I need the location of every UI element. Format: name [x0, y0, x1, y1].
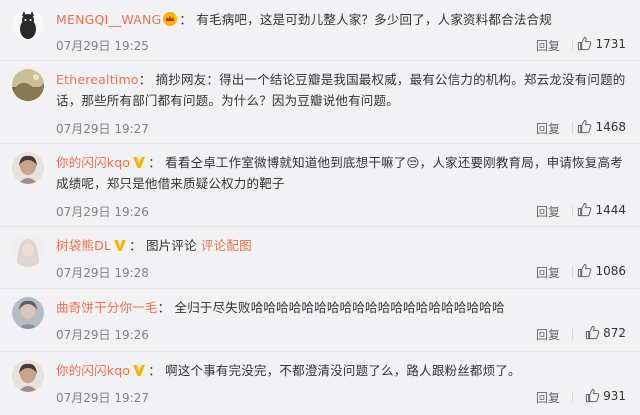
like-count: 1444 — [595, 202, 626, 217]
comment-content: MENGQI__WANG ： 有毛病吧，这是可劲儿整人家？多少回了，人家资料都合法… — [56, 9, 626, 30]
comment-content: 你的闪闪kqo ： 啊这个事有完没完，不都澄清没问题了么，路人跟粉丝都烦了。 — [56, 360, 626, 381]
username-link[interactable]: Etherealtimo — [56, 72, 139, 87]
comment-time: 07月29日 19:26 — [56, 205, 149, 219]
username-link[interactable]: 你的闪闪kqo — [56, 155, 130, 170]
v-icon — [133, 157, 146, 168]
divider — [572, 391, 573, 403]
like-count: 1086 — [595, 263, 626, 278]
comment-item: 曲奇饼干分你一毛： 全归于尽失败哈哈哈哈哈哈哈哈哈哈哈哈哈哈哈哈哈哈哈哈 07月… — [0, 288, 640, 352]
divider — [572, 39, 573, 51]
avatar[interactable] — [12, 9, 44, 41]
avatar[interactable] — [12, 152, 44, 184]
like-button[interactable]: 1086 — [577, 263, 626, 278]
reply-button[interactable]: 回复 — [536, 264, 560, 281]
comment-item: MENGQI__WANG ： 有毛病吧，这是可劲儿整人家？多少回了，人家资料都合法… — [0, 0, 640, 61]
avatar-portrait-image — [12, 297, 44, 329]
comment-content: 曲奇饼干分你一毛： 全归于尽失败哈哈哈哈哈哈哈哈哈哈哈哈哈哈哈哈哈哈哈哈 — [56, 297, 626, 318]
comment-time: 07月29日 19:25 — [56, 39, 149, 53]
divider — [572, 122, 573, 134]
username-link[interactable]: 曲奇饼干分你一毛 — [56, 300, 158, 315]
v-icon — [133, 365, 146, 376]
thumbs-up-icon — [578, 119, 592, 134]
avatar[interactable] — [12, 297, 44, 329]
like-count: 931 — [603, 388, 626, 403]
separator: ： — [157, 300, 171, 315]
avatar[interactable] — [12, 360, 44, 392]
separator: ： — [138, 72, 152, 87]
comment-text: 有毛病吧，这是可劲儿整人家？多少回了，人家资料都合法合规 — [196, 12, 552, 27]
divider — [572, 266, 573, 278]
comment-item: 你的闪闪kqo ： 啊这个事有完没完，不都澄清没问题了么，路人跟粉丝都烦了。 07… — [0, 351, 640, 415]
thumbs-up-icon — [578, 263, 592, 278]
thumbs-up-icon — [578, 36, 592, 51]
username-link[interactable]: MENGQI__WANG — [56, 12, 161, 27]
comment-content: 你的闪闪kqo： 看看仝卓工作室微博就知道他到底想干嘛了😒，人家还要刚教育局，申… — [56, 152, 626, 194]
avatar-portrait-image — [12, 235, 44, 267]
avatar-landscape-image — [12, 69, 44, 101]
avatar[interactable] — [12, 235, 44, 267]
like-button[interactable]: 931 — [585, 388, 626, 403]
comment-time: 07月29日 19:26 — [56, 328, 149, 342]
comment-item: 你的闪闪kqo： 看看仝卓工作室微博就知道他到底想干嘛了😒，人家还要刚教育局，申… — [0, 143, 640, 227]
comment-item: Etherealtimo： 摘抄网友：得出一个结论豆瓣是我国最权威，最有公信力的… — [0, 60, 640, 144]
reply-button[interactable]: 回复 — [536, 203, 560, 220]
avatar-portrait-image — [12, 152, 44, 184]
comment-text: 图片评论 — [145, 238, 197, 253]
like-count: 1468 — [595, 119, 626, 134]
divider — [572, 328, 573, 340]
like-button[interactable]: 1468 — [577, 119, 626, 134]
avatar[interactable] — [12, 69, 44, 101]
like-count: 872 — [603, 325, 626, 340]
username-link[interactable]: 你的闪闪kqo — [56, 363, 130, 378]
thumbs-up-icon — [585, 388, 600, 403]
comment-item: 树袋熊DL ： 图片评论 评论配图 07月29日 19:28 回复 1086 — [0, 226, 640, 289]
crown-icon — [163, 12, 178, 26]
v-icon — [114, 240, 127, 251]
separator: ： — [179, 12, 193, 27]
reply-button[interactable]: 回复 — [536, 37, 560, 54]
like-count: 1731 — [595, 36, 626, 51]
like-button[interactable]: 1731 — [577, 36, 626, 51]
reply-button[interactable]: 回复 — [536, 389, 560, 406]
comment-time: 07月29日 19:28 — [56, 266, 149, 280]
like-button[interactable]: 872 — [585, 325, 626, 340]
divider — [572, 205, 573, 217]
comment-list: MENGQI__WANG ： 有毛病吧，这是可劲儿整人家？多少回了，人家资料都合法… — [0, 0, 640, 415]
avatar-portrait-image — [12, 360, 44, 392]
like-button[interactable]: 1444 — [577, 202, 626, 217]
username-link[interactable]: 树袋熊DL — [56, 238, 111, 253]
comment-text: 全归于尽失败哈哈哈哈哈哈哈哈哈哈哈哈哈哈哈哈哈哈哈哈 — [174, 300, 505, 315]
reply-button[interactable]: 回复 — [536, 326, 560, 343]
comment-content: 树袋熊DL ： 图片评论 评论配图 — [56, 235, 626, 256]
reply-button[interactable]: 回复 — [536, 120, 560, 137]
avatar-cat-image — [12, 9, 44, 41]
separator: ： — [148, 155, 161, 170]
comment-time: 07月29日 19:27 — [56, 122, 149, 136]
separator: ： — [148, 363, 161, 378]
comment-time: 07月29日 19:27 — [56, 391, 149, 405]
separator: ： — [129, 238, 142, 253]
thumbs-up-icon — [578, 202, 592, 217]
thumbs-up-icon — [585, 325, 600, 340]
comment-content: Etherealtimo： 摘抄网友：得出一个结论豆瓣是我国最权威，最有公信力的… — [56, 69, 626, 111]
comment-text: 啊这个事有完没完，不都澄清没问题了么，路人跟粉丝都烦了。 — [165, 363, 521, 378]
comment-image-link[interactable]: 评论配图 — [201, 238, 252, 253]
